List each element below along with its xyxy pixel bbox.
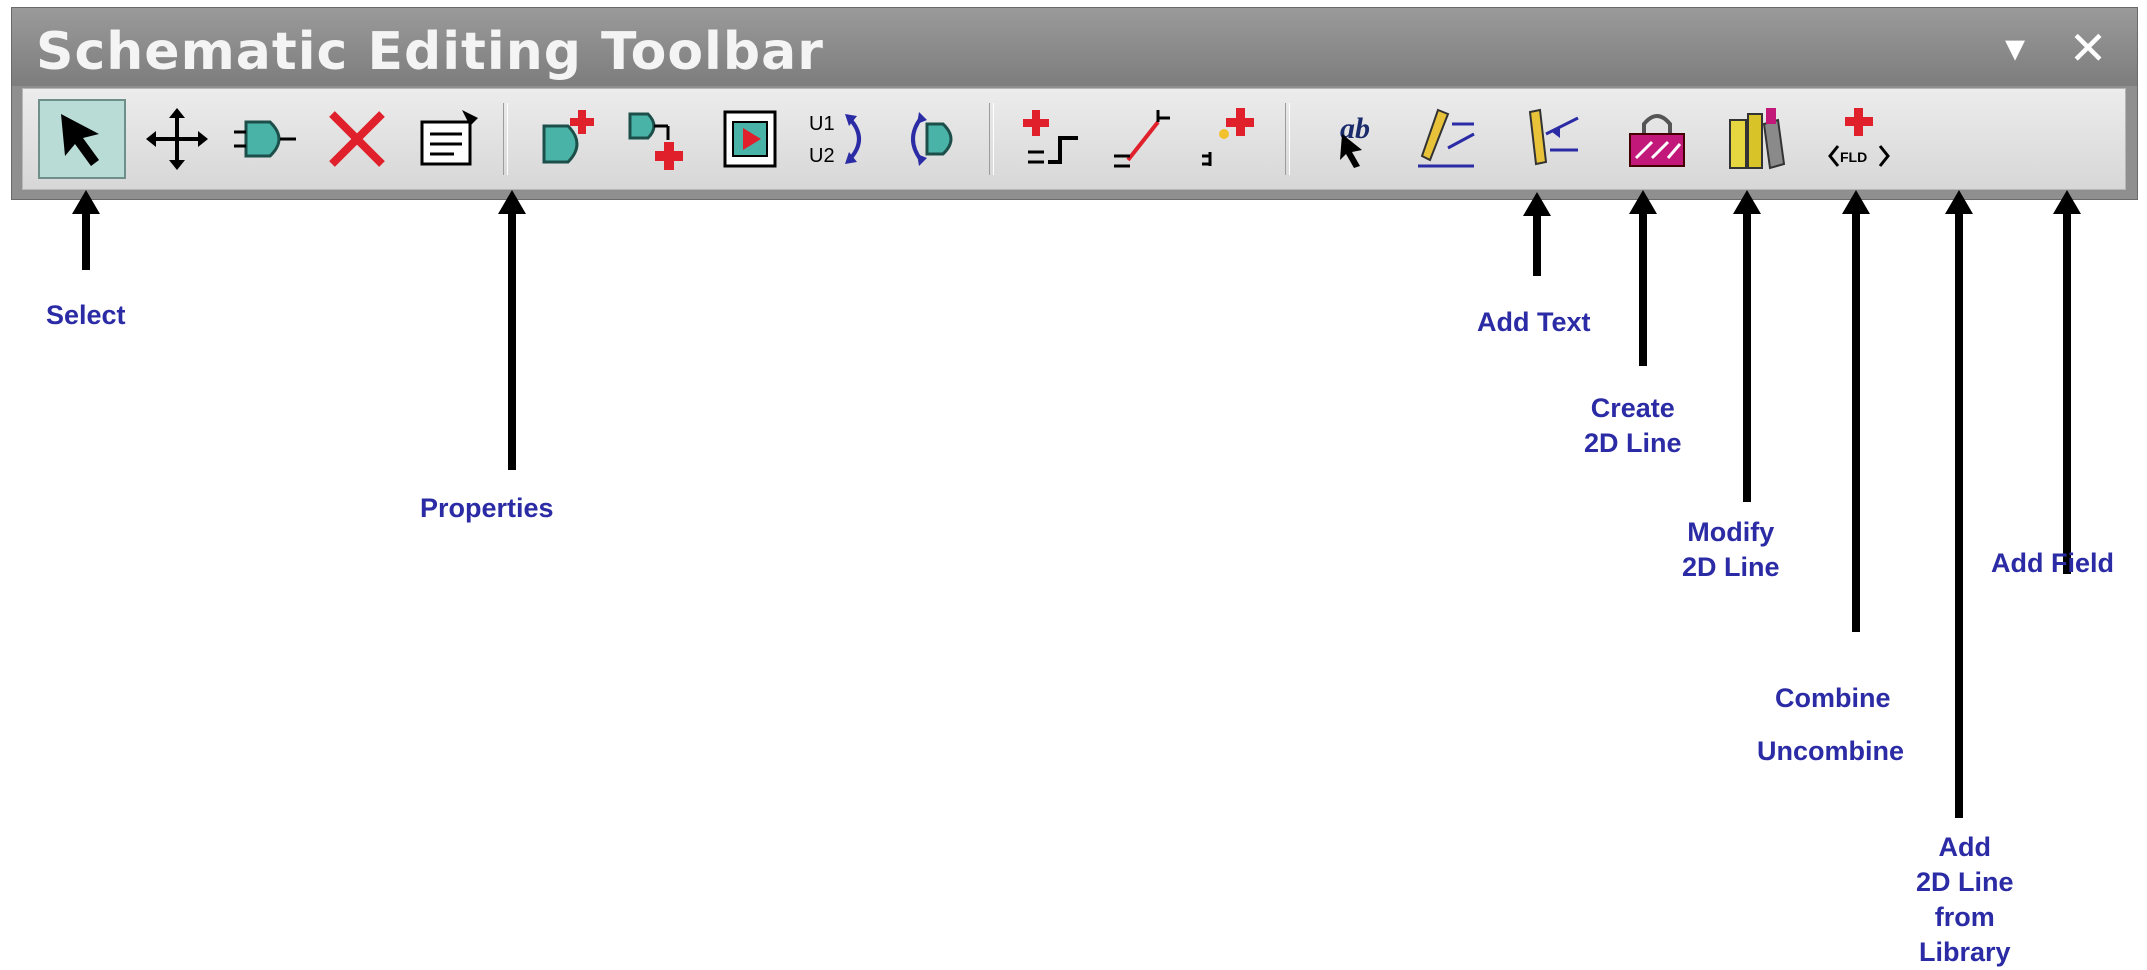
svg-text:FLD: FLD	[1840, 149, 1867, 165]
close-icon[interactable]: ✕	[2062, 22, 2114, 74]
add-text-icon: ab	[1340, 112, 1370, 168]
properties-callout-arrow	[498, 190, 526, 470]
add-component-icon	[542, 110, 594, 164]
properties-sheet-icon	[420, 110, 478, 166]
toolbar-separator	[1285, 103, 1290, 175]
titlebar[interactable]: Schematic Editing Toolbar ▾ ✕	[12, 8, 2137, 86]
svg-text:U2: U2	[809, 145, 835, 167]
select-pointer-icon	[61, 114, 99, 166]
create-2d-line-callout-arrow	[1629, 190, 1657, 366]
add-2d-line-library-callout-label: Add 2D Line from Library	[1916, 832, 2014, 967]
combine-lock-icon	[1629, 114, 1685, 167]
move-arrows-icon	[146, 108, 208, 170]
add-wire-diagonal-icon	[1114, 110, 1170, 168]
add-connection-button[interactable]	[613, 99, 701, 179]
toolbar-separator	[503, 103, 508, 175]
select-callout-label: Select	[46, 300, 126, 330]
create-2d-line-icon	[1418, 108, 1475, 168]
swap-gates-button[interactable]	[888, 99, 976, 179]
block-button[interactable]	[706, 99, 794, 179]
add-component-button[interactable]	[523, 99, 611, 179]
add-field-icon: FLD	[1828, 108, 1890, 167]
add-text-callout-arrow	[1523, 192, 1551, 276]
properties-button[interactable]	[405, 99, 493, 179]
modify-2d-line-icon	[1528, 108, 1579, 166]
add-wire-diagonal-button[interactable]	[1099, 99, 1187, 179]
block-icon	[723, 110, 777, 168]
schematic-editing-toolbar-window: Schematic Editing Toolbar ▾ ✕ U1 U2 ab F…	[11, 7, 2138, 200]
delete-button[interactable]	[313, 99, 401, 179]
add-2d-line-from-library-button[interactable]	[1713, 99, 1801, 179]
create-2d-line-button[interactable]	[1403, 99, 1491, 179]
add-2d-line-library-callout-arrow	[1945, 190, 1973, 818]
toolbar-separator	[989, 103, 994, 175]
add-wire-icon	[1023, 110, 1078, 164]
add-field-button[interactable]: FLD	[1815, 99, 1903, 179]
component-button[interactable]	[221, 99, 309, 179]
delete-x-icon	[329, 111, 385, 167]
add-text-callout-label: Add Text	[1477, 307, 1591, 337]
toolbar-button-row: U1 U2 ab FLD	[22, 88, 2126, 190]
combine-callout-arrow	[1842, 190, 1870, 632]
swap-refdes-icon: U1 U2	[809, 113, 861, 167]
create-2d-line-callout-label: Create 2D Line	[1584, 393, 1682, 458]
add-wire-pin-button[interactable]	[1183, 99, 1271, 179]
add-wire-pin-icon	[1202, 108, 1254, 166]
add-wire-button[interactable]	[1009, 99, 1097, 179]
combine-uncombine-button[interactable]	[1613, 99, 1701, 179]
add-text-button[interactable]: ab	[1313, 99, 1401, 179]
uncombine-callout-label: Uncombine	[1757, 736, 1905, 766]
select-button[interactable]	[38, 99, 126, 179]
move-button[interactable]	[133, 99, 221, 179]
swap-refdes-button[interactable]: U1 U2	[796, 99, 884, 179]
swap-gates-icon	[911, 112, 953, 166]
window-title: Schematic Editing Toolbar	[36, 22, 824, 82]
add-field-callout-label: Add Field	[1991, 548, 2114, 578]
library-books-icon	[1729, 108, 1786, 170]
component-symbol-icon	[234, 120, 296, 158]
modify-2d-line-callout-label: Modify 2D Line	[1682, 517, 1780, 582]
add-connection-icon	[628, 112, 683, 170]
properties-callout-label: Properties	[420, 493, 554, 523]
svg-text:U1: U1	[809, 113, 835, 135]
modify-2d-line-button[interactable]	[1507, 99, 1595, 179]
select-callout-arrow	[72, 190, 100, 270]
add-field-callout-arrow	[2053, 190, 2081, 574]
dropdown-icon[interactable]: ▾	[1989, 22, 2041, 74]
combine-callout-label: Combine	[1775, 683, 1891, 713]
modify-2d-line-callout-arrow	[1733, 190, 1761, 502]
